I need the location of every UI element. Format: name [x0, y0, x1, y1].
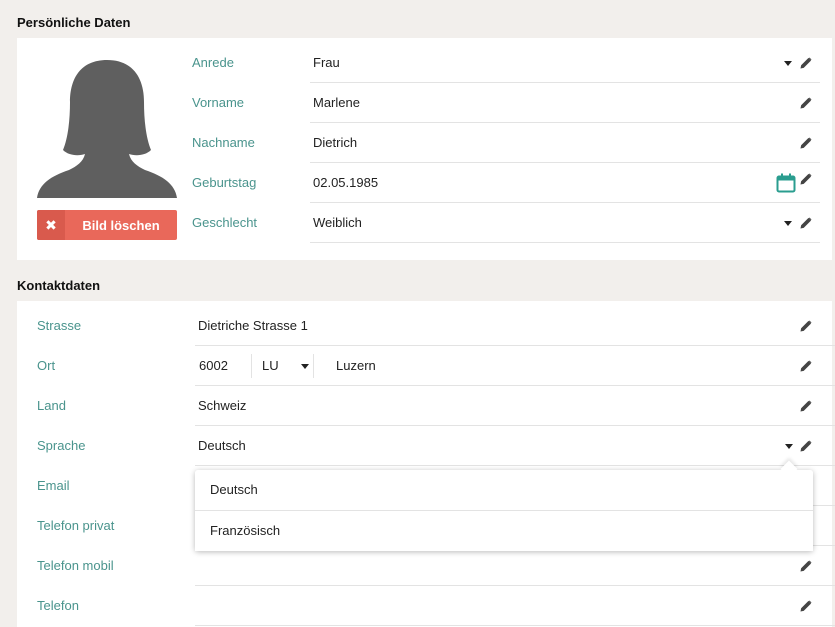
- caret-down-icon[interactable]: [784, 61, 792, 66]
- vorname-value: Marlene: [313, 95, 360, 110]
- section-title-personal: Persönliche Daten: [17, 15, 131, 30]
- field-row-geburtstag: Geburtstag 02.05.1985: [192, 163, 822, 203]
- nachname-input[interactable]: Dietrich: [310, 123, 820, 163]
- field-row-telefon-mobil: Telefon mobil: [37, 546, 835, 586]
- pencil-icon[interactable]: [800, 600, 812, 612]
- field-row-ort: Ort 6002 LU Luzern: [37, 346, 835, 386]
- strasse-value: Dietriche Strasse 1: [198, 318, 308, 333]
- sprache-value: Deutsch: [198, 438, 246, 453]
- pencil-icon[interactable]: [800, 217, 812, 229]
- geschlecht-select[interactable]: Weiblich: [310, 203, 820, 243]
- ort-field-group: 6002 LU Luzern: [195, 346, 835, 386]
- telefon-mobil-label: Telefon mobil: [37, 558, 114, 573]
- avatar: [37, 60, 177, 198]
- times-icon: ✖: [37, 210, 65, 240]
- pencil-icon[interactable]: [800, 97, 812, 109]
- field-row-sprache: Sprache Deutsch: [37, 426, 835, 466]
- caret-down-icon[interactable]: [784, 221, 792, 226]
- field-row-land: Land Schweiz: [37, 386, 835, 426]
- telefon-mobil-input[interactable]: [195, 546, 835, 586]
- telefon-privat-label: Telefon privat: [37, 518, 115, 533]
- language-dropdown: Deutsch Französisch: [195, 460, 813, 551]
- language-option-franzoesisch[interactable]: Französisch: [195, 511, 813, 551]
- telefon-input[interactable]: [195, 586, 835, 626]
- field-row-telefon: Telefon: [37, 586, 835, 626]
- plz-input[interactable]: 6002: [199, 346, 228, 386]
- geschlecht-value: Weiblich: [313, 215, 362, 230]
- nachname-label: Nachname: [192, 135, 255, 150]
- pencil-icon[interactable]: [800, 173, 812, 185]
- geschlecht-label: Geschlecht: [192, 215, 258, 230]
- pencil-icon[interactable]: [800, 360, 812, 372]
- telefon-label: Telefon: [37, 598, 79, 613]
- pencil-icon[interactable]: [800, 440, 812, 452]
- field-row-geschlecht: Geschlecht Weiblich: [192, 203, 822, 243]
- nachname-value: Dietrich: [313, 135, 358, 150]
- field-row-anrede: Anrede Frau: [192, 43, 822, 83]
- land-label: Land: [37, 398, 66, 413]
- geburtstag-label: Geburtstag: [192, 175, 257, 190]
- calendar-icon[interactable]: [776, 173, 796, 193]
- language-option-deutsch[interactable]: Deutsch: [195, 470, 813, 511]
- pencil-icon[interactable]: [800, 400, 812, 412]
- delete-image-button[interactable]: ✖ Bild löschen: [37, 210, 177, 240]
- caret-down-icon[interactable]: [785, 444, 793, 449]
- geburtstag-input[interactable]: 02.05.1985: [310, 163, 820, 203]
- delete-image-label: Bild löschen: [82, 217, 160, 233]
- anrede-label: Anrede: [192, 55, 234, 70]
- pencil-icon[interactable]: [800, 57, 812, 69]
- pencil-icon[interactable]: [800, 560, 812, 572]
- field-row-vorname: Vorname Marlene: [192, 83, 822, 123]
- pencil-icon[interactable]: [800, 137, 812, 149]
- strasse-label: Strasse: [37, 318, 82, 333]
- email-label: Email: [37, 478, 70, 493]
- land-input[interactable]: Schweiz: [195, 386, 835, 426]
- anrede-select[interactable]: Frau: [310, 43, 820, 83]
- field-row-strasse: Strasse Dietriche Strasse 1: [37, 306, 835, 346]
- land-value: Schweiz: [198, 398, 247, 413]
- section-title-contact: Kontaktdaten: [17, 278, 101, 293]
- canton-select[interactable]: LU: [262, 346, 279, 386]
- city-input[interactable]: Luzern: [336, 346, 376, 386]
- geburtstag-value: 02.05.1985: [313, 175, 379, 190]
- pencil-icon[interactable]: [800, 320, 812, 332]
- sprache-label: Sprache: [37, 438, 86, 453]
- strasse-input[interactable]: Dietriche Strasse 1: [195, 306, 835, 346]
- caret-down-icon[interactable]: [301, 364, 309, 369]
- vorname-input[interactable]: Marlene: [310, 83, 820, 123]
- sprache-select[interactable]: Deutsch: [195, 426, 835, 466]
- field-row-nachname: Nachname Dietrich: [192, 123, 822, 163]
- vorname-label: Vorname: [192, 95, 245, 110]
- separator: [313, 354, 314, 378]
- separator: [251, 354, 252, 378]
- ort-label: Ort: [37, 358, 56, 373]
- anrede-value: Frau: [313, 55, 340, 70]
